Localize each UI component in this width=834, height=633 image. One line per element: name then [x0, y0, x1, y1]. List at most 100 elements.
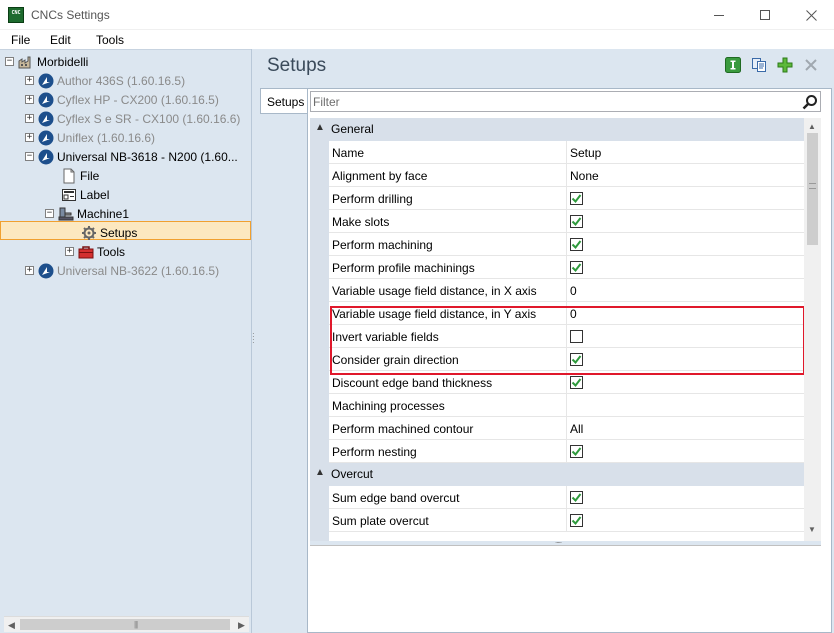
- description-panel: [310, 545, 821, 631]
- scroll-up-icon[interactable]: ▲: [808, 122, 816, 131]
- menu-bar: File Edit Tools: [0, 30, 834, 49]
- tree-item-machine[interactable]: + Cyflex S e SR - CX100 (1.60.16.6): [25, 109, 240, 128]
- scroll-down-icon[interactable]: ▼: [808, 525, 816, 534]
- check-icon: [571, 447, 582, 457]
- property-name: Perform machined contour: [329, 417, 567, 440]
- tree-label: Universal NB-3622 (1.60.16.5): [57, 263, 220, 278]
- tree-item-machine-expanded[interactable]: − Universal NB-3618 - N200 (1.60...: [25, 147, 238, 166]
- minimize-icon: [714, 14, 724, 16]
- checkbox-checked[interactable]: [570, 514, 583, 527]
- collapse-toggle-icon[interactable]: −: [25, 152, 34, 161]
- label-icon: [61, 187, 77, 203]
- category-overcut[interactable]: ▲ Overcut: [310, 463, 804, 486]
- filter-input[interactable]: [313, 94, 793, 109]
- property-name: Perform drilling: [329, 187, 567, 210]
- property-name: Perform nesting: [329, 440, 567, 463]
- info-icon: [725, 57, 741, 73]
- tab-setups[interactable]: Setups: [260, 88, 307, 114]
- setups-panel: Setups Setups ▲ General Name Setup: [255, 49, 834, 633]
- tree-item-machine[interactable]: + Author 436S (1.60.16.5): [25, 71, 185, 90]
- chevron-up-icon[interactable]: ▲: [315, 122, 325, 133]
- property-row[interactable]: Perform nesting: [310, 440, 804, 463]
- info-button[interactable]: [725, 57, 741, 73]
- close-button[interactable]: [788, 0, 834, 30]
- property-value[interactable]: Setup: [567, 141, 804, 164]
- checkbox-checked[interactable]: [570, 445, 583, 458]
- menu-edit[interactable]: Edit: [50, 33, 71, 47]
- tree-item-tools[interactable]: + Tools: [65, 242, 125, 261]
- maximize-icon: [760, 10, 770, 20]
- checkbox-checked[interactable]: [570, 215, 583, 228]
- add-button[interactable]: [777, 57, 793, 73]
- grid-vertical-scrollbar[interactable]: ▲ ▼: [804, 118, 821, 541]
- chevron-up-icon[interactable]: ▲: [315, 467, 325, 478]
- tree-label: Machine1: [77, 206, 130, 221]
- expand-toggle-icon[interactable]: +: [25, 76, 34, 85]
- expand-toggle-icon[interactable]: +: [25, 133, 34, 142]
- property-editor: ▲ General Name Setup Alignment by face N…: [307, 88, 832, 633]
- property-row[interactable]: Sum edge band overcut: [310, 486, 804, 509]
- check-icon: [571, 240, 582, 250]
- category-general[interactable]: ▲ General: [310, 118, 804, 141]
- expand-toggle-icon[interactable]: +: [25, 114, 34, 123]
- tree-label: Universal NB-3618 - N200 (1.60...: [57, 149, 238, 164]
- property-row[interactable]: Perform profile machinings: [310, 256, 804, 279]
- tree-item-machine[interactable]: + Cyflex HP - CX200 (1.60.16.5): [25, 90, 219, 109]
- toolbox-icon: [78, 244, 94, 260]
- machine-logo-icon: [38, 92, 54, 108]
- property-value[interactable]: [567, 394, 804, 417]
- scroll-right-icon[interactable]: ▶: [238, 620, 245, 631]
- property-value[interactable]: None: [567, 164, 804, 187]
- checkbox-checked[interactable]: [570, 376, 583, 389]
- file-icon: [61, 168, 77, 184]
- scroll-left-icon[interactable]: ◀: [8, 620, 15, 631]
- menu-tools[interactable]: Tools: [96, 33, 124, 47]
- search-icon[interactable]: [802, 94, 818, 110]
- scrollbar-thumb[interactable]: |||: [20, 619, 230, 630]
- check-icon: [571, 516, 582, 526]
- machine-logo-icon: [38, 111, 54, 127]
- collapse-toggle-icon[interactable]: −: [45, 209, 54, 218]
- tree-label: Morbidelli: [37, 54, 89, 69]
- tree-item-machine1[interactable]: − Machine1: [45, 204, 129, 223]
- property-row[interactable]: Make slots: [310, 210, 804, 233]
- expand-toggle-icon[interactable]: +: [65, 247, 74, 256]
- property-row[interactable]: Machining processes: [310, 394, 804, 417]
- tree-horizontal-scrollbar[interactable]: ◀ ||| ▶: [4, 616, 249, 632]
- tree-item-machine[interactable]: + Uniflex (1.60.16.6): [25, 128, 155, 147]
- property-name: Variable usage field distance, in X axis: [329, 279, 567, 302]
- tree-item-file[interactable]: File: [61, 166, 99, 185]
- checkbox-checked[interactable]: [570, 192, 583, 205]
- checkbox-checked[interactable]: [570, 261, 583, 274]
- check-icon: [571, 378, 582, 388]
- property-row[interactable]: Perform drilling: [310, 187, 804, 210]
- property-row[interactable]: Alignment by face None: [310, 164, 804, 187]
- tree-item-label[interactable]: Label: [61, 185, 109, 204]
- property-value[interactable]: All: [567, 417, 804, 440]
- checkbox-checked[interactable]: [570, 238, 583, 251]
- machine-logo-icon: [38, 130, 54, 146]
- tree-item-machine[interactable]: + Universal NB-3622 (1.60.16.5): [25, 261, 219, 280]
- delete-button[interactable]: [803, 57, 819, 73]
- expand-toggle-icon[interactable]: +: [25, 266, 34, 275]
- menu-file[interactable]: File: [11, 33, 30, 47]
- page-title: Setups: [267, 55, 327, 76]
- checkbox-checked[interactable]: [570, 491, 583, 504]
- property-row[interactable]: Variable usage field distance, in X axis…: [310, 279, 804, 302]
- expand-toggle-icon[interactable]: +: [25, 95, 34, 104]
- tree-item-morbidelli[interactable]: − Morbidelli: [5, 52, 88, 71]
- property-row[interactable]: Perform machining: [310, 233, 804, 256]
- property-row[interactable]: Name Setup: [310, 141, 804, 164]
- property-row[interactable]: Perform machined contour All: [310, 417, 804, 440]
- minimize-button[interactable]: [696, 0, 742, 30]
- property-row[interactable]: Sum plate overcut: [310, 509, 804, 532]
- tree-label: Setups: [100, 225, 138, 240]
- tree-label: Cyflex HP - CX200 (1.60.16.5): [57, 92, 219, 107]
- collapse-toggle-icon[interactable]: −: [5, 57, 14, 66]
- maximize-button[interactable]: [742, 0, 788, 30]
- scrollbar-thumb[interactable]: [807, 133, 818, 245]
- property-name: Alignment by face: [329, 164, 567, 187]
- copy-button[interactable]: [751, 57, 767, 73]
- property-value[interactable]: 0: [567, 279, 804, 302]
- tree-item-setups[interactable]: Setups: [81, 223, 137, 242]
